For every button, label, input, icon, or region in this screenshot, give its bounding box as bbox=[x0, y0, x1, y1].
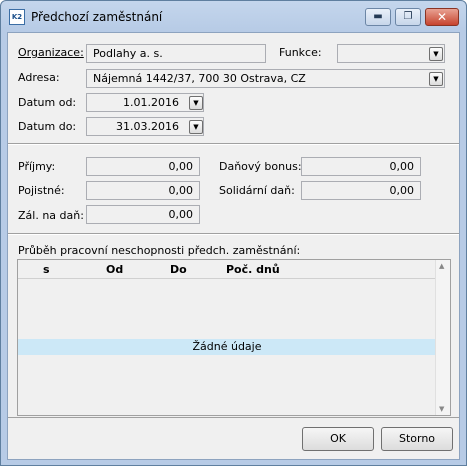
datum-do-label: Datum do: bbox=[18, 120, 77, 133]
close-button[interactable]: ✕ bbox=[425, 8, 459, 26]
organizace-label: Organizace: bbox=[18, 46, 84, 59]
sickness-section-title: Průběh pracovní neschopnosti předch. zam… bbox=[18, 244, 301, 257]
section-divider bbox=[8, 143, 459, 145]
datum-od-label: Datum od: bbox=[18, 96, 77, 109]
scroll-down-icon[interactable]: ▼ bbox=[439, 405, 444, 413]
cancel-button[interactable]: Storno bbox=[381, 427, 453, 451]
chevron-down-icon: ▼ bbox=[193, 99, 199, 107]
grid-header: s Od Do Poč. dnů bbox=[18, 260, 436, 279]
empty-data-row: Žádné údaje bbox=[18, 339, 436, 355]
window-title: Předchozí zaměstnání bbox=[31, 10, 163, 24]
footer-divider bbox=[8, 417, 459, 418]
pojistne-field[interactable]: 0,00 bbox=[86, 181, 200, 200]
dialog-window: K2 Předchozí zaměstnání ▬ ❐ ✕ Organizace… bbox=[0, 0, 467, 466]
column-header-s[interactable]: s bbox=[43, 263, 50, 276]
dialog-client-area: Organizace: Podlahy a. s. Funkce: ▼ Adre… bbox=[7, 32, 460, 460]
app-icon: K2 bbox=[9, 9, 25, 25]
datum-do-dropdown-button[interactable]: ▼ bbox=[189, 120, 203, 134]
column-header-do[interactable]: Do bbox=[170, 263, 187, 276]
maximize-button[interactable]: ❐ bbox=[395, 8, 421, 26]
prijmy-field[interactable]: 0,00 bbox=[86, 157, 200, 176]
danovy-bonus-label: Daňový bonus: bbox=[219, 160, 302, 173]
pojistne-label: Pojistné: bbox=[18, 184, 65, 197]
minimize-button[interactable]: ▬ bbox=[365, 8, 391, 26]
datum-od-field[interactable]: 1.01.2016 bbox=[86, 93, 204, 112]
zal-na-dan-field[interactable]: 0,00 bbox=[86, 205, 200, 224]
funkce-label: Funkce: bbox=[279, 46, 322, 59]
title-bar[interactable]: K2 Předchozí zaměstnání ▬ ❐ ✕ bbox=[1, 1, 466, 31]
organizace-field[interactable]: Podlahy a. s. bbox=[86, 44, 266, 63]
zal-na-dan-label: Zál. na daň: bbox=[18, 209, 84, 222]
grid-vertical-scrollbar[interactable]: ▲ ▼ bbox=[435, 260, 450, 415]
chevron-down-icon: ▼ bbox=[433, 75, 439, 83]
solidarni-dan-field[interactable]: 0,00 bbox=[301, 181, 421, 200]
section-divider bbox=[8, 233, 459, 235]
column-header-poc-dnu[interactable]: Poč. dnů bbox=[226, 263, 280, 276]
danovy-bonus-field[interactable]: 0,00 bbox=[301, 157, 421, 176]
prijmy-label: Příjmy: bbox=[18, 160, 56, 173]
sickness-grid[interactable]: s Od Do Poč. dnů Žádné údaje ▲ ▼ bbox=[17, 259, 451, 416]
chevron-down-icon: ▼ bbox=[193, 123, 199, 131]
adresa-dropdown-button[interactable]: ▼ bbox=[429, 72, 443, 86]
adresa-label: Adresa: bbox=[18, 71, 60, 84]
datum-od-dropdown-button[interactable]: ▼ bbox=[189, 96, 203, 110]
datum-do-field[interactable]: 31.03.2016 bbox=[86, 117, 204, 136]
column-header-od[interactable]: Od bbox=[106, 263, 123, 276]
adresa-field[interactable]: Nájemná 1442/37, 700 30 Ostrava, CZ bbox=[86, 69, 445, 88]
solidarni-dan-label: Solidární daň: bbox=[219, 184, 295, 197]
funkce-dropdown-button[interactable]: ▼ bbox=[429, 47, 443, 61]
ok-button[interactable]: OK bbox=[302, 427, 374, 451]
scroll-up-icon[interactable]: ▲ bbox=[439, 262, 444, 270]
chevron-down-icon: ▼ bbox=[433, 50, 439, 58]
